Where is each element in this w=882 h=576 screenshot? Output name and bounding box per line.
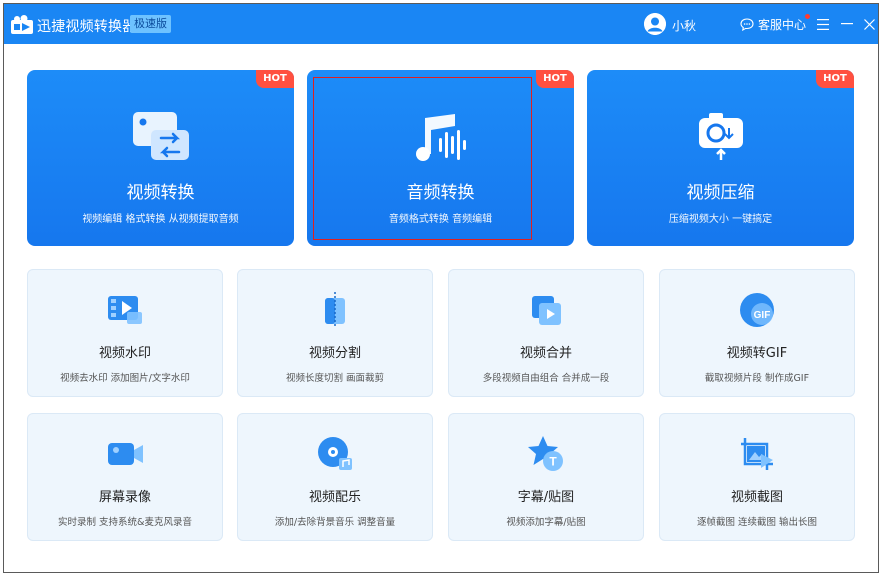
tool-card-merge[interactable]: 视频合并 多段视频自由组合 合并成一段 [448,269,644,397]
hot-badge: HOT [536,70,574,88]
tool-desc: 截取视频片段 制作成GIF [704,373,810,384]
tool-desc: 逐帧截图 连续截图 输出长图 [696,517,818,528]
tool-card-screenshot[interactable]: 视频截图 逐帧截图 连续截图 输出长图 [659,413,855,541]
app-window: 迅捷视频转换器 极速版 小秋 客服中心 HOT 视频转换 视频编辑 格式转换 从… [3,3,879,573]
hot-badge: HOT [256,70,294,88]
feature-title: 视频转换 [126,183,195,203]
tool-desc: 实时录制 支持系统&麦克风录音 [58,517,192,528]
username[interactable]: 小秋 [672,17,696,34]
user-avatar-icon[interactable] [644,13,666,35]
tool-card-watermark[interactable]: 视频水印 视频去水印 添加图片/文字水印 [27,269,223,397]
tool-desc: 添加/去除背景音乐 调整音量 [274,517,396,528]
tool-title: 屏幕录像 [98,490,151,505]
tool-card-subtitle[interactable]: T 字幕/贴图 视频添加字幕/贴图 [448,413,644,541]
feature-card-video-compress[interactable]: HOT 视频压缩 压缩视频大小 一键搞定 [587,70,854,246]
tool-title: 视频截图 [730,490,783,505]
close-icon [863,18,875,30]
svg-text:GIF: GIF [754,310,771,321]
watermark-icon [108,296,142,324]
tool-card-music[interactable]: 视频配乐 添加/去除背景音乐 调整音量 [237,413,433,541]
tool-desc: 视频添加字幕/贴图 [506,517,586,528]
svg-text:T: T [549,455,557,469]
feature-desc: 视频编辑 格式转换 从视频提取音频 [82,214,239,225]
notification-dot [805,14,811,19]
gif-icon: GIF [740,293,774,327]
video-convert-icon [132,112,189,160]
tool-card-split[interactable]: 视频分割 视频长度切割 画面裁剪 [237,269,433,397]
chat-bubble-icon [740,18,754,31]
feature-desc: 压缩视频大小 一键搞定 [668,214,773,225]
subtitle-sticker-icon: T [528,436,563,471]
hamburger-menu-icon [817,18,829,30]
tool-desc: 视频长度切割 画面裁剪 [285,373,385,384]
minimize-button[interactable] [838,14,856,34]
tool-desc: 视频去水印 添加图片/文字水印 [60,373,190,384]
hot-badge: HOT [816,70,854,88]
title-bar: 迅捷视频转换器 极速版 小秋 客服中心 [4,4,878,44]
feature-card-audio-convert[interactable]: HOT 音频转换 音频格式转换 音频编辑 [307,70,574,246]
feature-card-video-convert[interactable]: HOT 视频转换 视频编辑 格式转换 从视频提取音频 [27,70,294,246]
merge-icon [532,296,561,325]
tool-title: 视频转GIF [726,346,788,361]
tool-title: 视频水印 [98,346,151,361]
tool-title: 视频分割 [308,346,361,361]
tool-card-screen-record[interactable]: 屏幕录像 实时录制 支持系统&麦克风录音 [27,413,223,541]
customer-service-button[interactable]: 客服中心 [740,14,811,33]
split-icon [325,292,345,328]
service-label: 客服中心 [758,18,807,32]
feature-title: 视频压缩 [686,183,755,203]
tool-title: 字幕/贴图 [517,490,575,505]
screen-record-icon [108,443,143,465]
minimize-icon [841,23,853,25]
close-button[interactable] [860,14,878,34]
screenshot-icon [741,438,773,470]
app-logo-icon [11,15,33,34]
tool-card-gif[interactable]: GIF 视频转GIF 截取视频片段 制作成GIF [659,269,855,397]
tool-desc: 多段视频自由组合 合并成一段 [482,373,610,384]
menu-button[interactable] [814,14,832,34]
selection-highlight [313,77,532,240]
edition-badge: 极速版 [130,15,171,33]
camera-compress-icon [698,113,743,160]
app-title: 迅捷视频转换器 [37,19,137,35]
tool-title: 视频合并 [519,346,572,361]
tool-title: 视频配乐 [308,490,361,505]
music-disc-icon [318,437,352,470]
